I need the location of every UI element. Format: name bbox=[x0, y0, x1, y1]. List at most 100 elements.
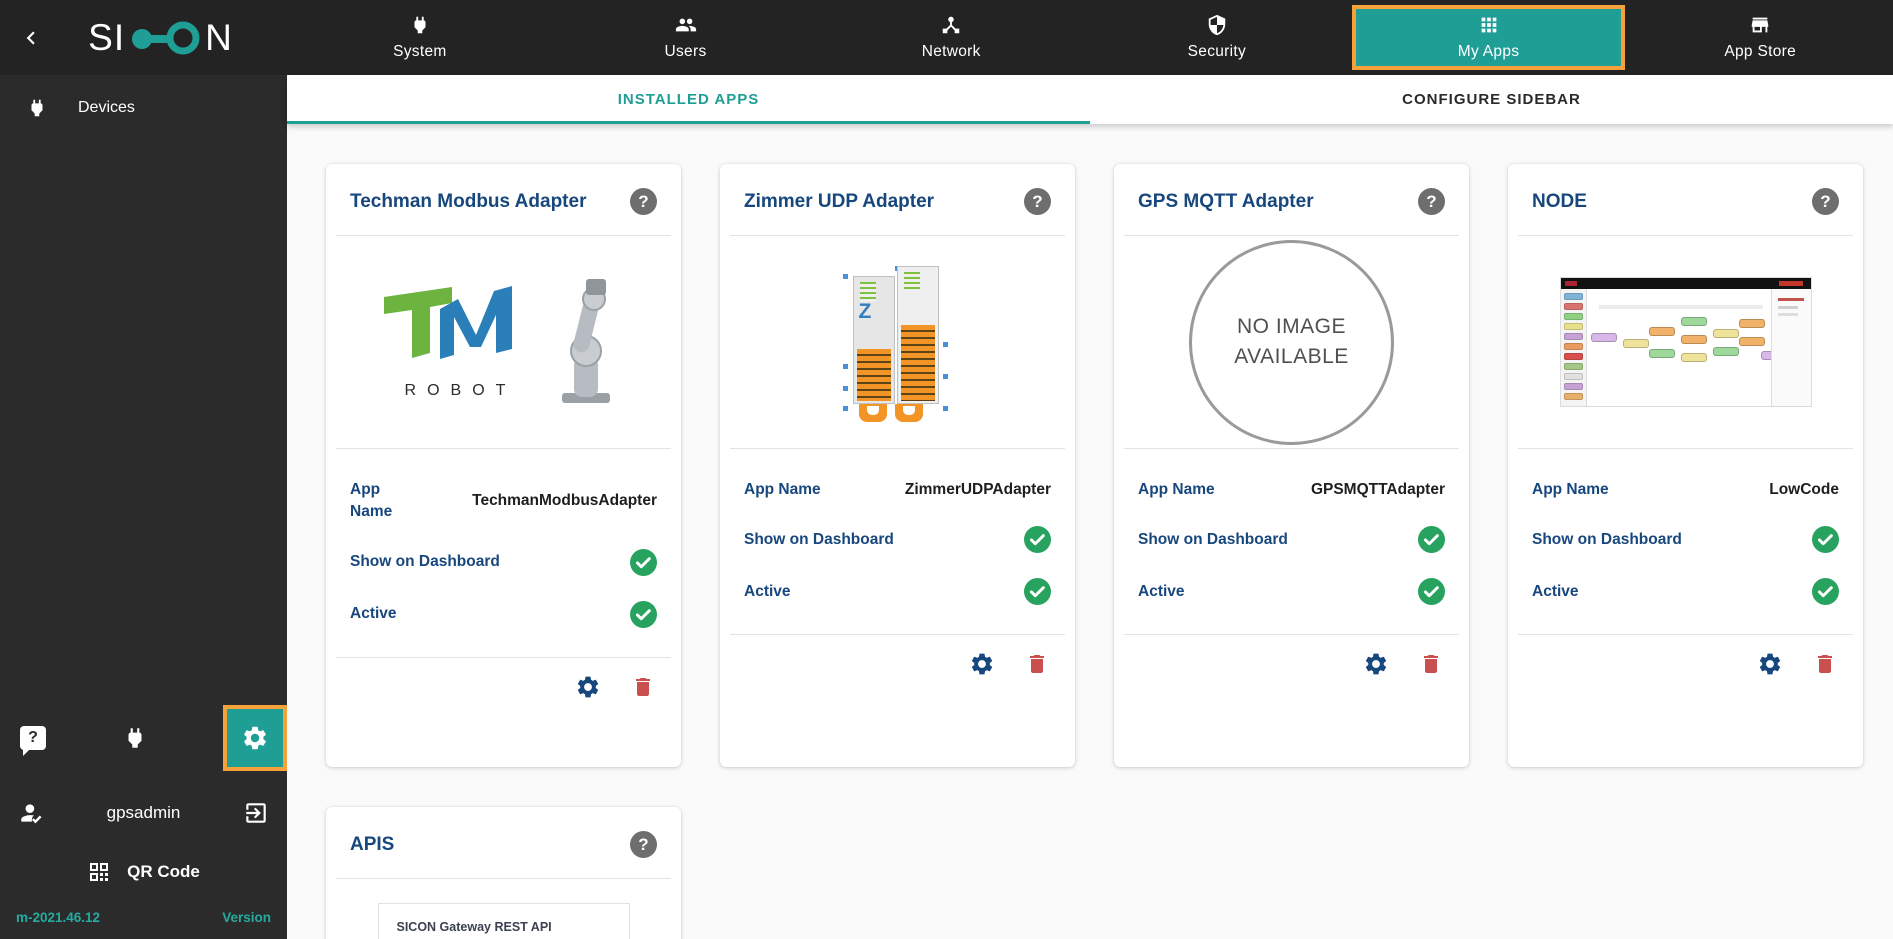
help-circle-icon[interactable]: ? bbox=[630, 188, 657, 215]
gear-icon bbox=[1363, 651, 1389, 677]
active-label: Active bbox=[1532, 582, 1579, 600]
tm-robot-image: ROBOT bbox=[382, 277, 626, 407]
check-circle-icon bbox=[1024, 578, 1051, 606]
app-name-row: App Name TechmanModbusAdapter bbox=[350, 479, 657, 524]
qr-code-icon bbox=[87, 860, 111, 884]
tab-configure-sidebar[interactable]: CONFIGURE SIDEBAR bbox=[1090, 75, 1893, 124]
usb-button[interactable] bbox=[122, 725, 148, 751]
show-on-dashboard-label: Show on Dashboard bbox=[744, 530, 894, 548]
app-name-label: App Name bbox=[1138, 481, 1215, 498]
help-circle-icon[interactable]: ? bbox=[1812, 188, 1839, 215]
show-on-dashboard-row: Show on Dashboard bbox=[1532, 526, 1839, 554]
tm-logo bbox=[383, 285, 512, 359]
card-fields: App Name LowCode Show on Dashboard Activ… bbox=[1508, 449, 1863, 634]
zimmer-z-logo: Z bbox=[858, 300, 872, 323]
username-label: gpsadmin bbox=[106, 803, 181, 822]
card-footer bbox=[720, 635, 1075, 679]
active-row: Active bbox=[744, 578, 1051, 606]
card-title: GPS MQTT Adapter bbox=[1138, 190, 1314, 212]
help-icon: ? bbox=[20, 726, 46, 756]
zimmer-module-image: Z bbox=[842, 262, 953, 422]
version-label: Version bbox=[222, 910, 271, 925]
card-title: Techman Modbus Adapter bbox=[350, 190, 587, 212]
check-circle-icon bbox=[1024, 526, 1051, 554]
show-on-dashboard-label: Show on Dashboard bbox=[1532, 530, 1682, 548]
card-fields: App Name TechmanModbusAdapter Show on Da… bbox=[326, 449, 681, 657]
app-name-value: ZimmerUDPAdapter bbox=[904, 481, 1051, 499]
sidebar: SI N Devices ? gpsadmin QR Code m-2021.4… bbox=[0, 0, 287, 939]
user-row: gpsadmin bbox=[0, 782, 287, 844]
card-settings-button[interactable] bbox=[969, 651, 995, 677]
trash-icon bbox=[1419, 651, 1443, 677]
show-on-dashboard-row: Show on Dashboard bbox=[1138, 526, 1445, 554]
card-settings-button[interactable] bbox=[1363, 651, 1389, 677]
nav-item-system[interactable]: System bbox=[287, 0, 553, 75]
settings-button[interactable] bbox=[223, 705, 287, 771]
version-row: m-2021.46.12 Version bbox=[0, 898, 287, 939]
node-red-screenshot bbox=[1559, 277, 1812, 407]
help-circle-icon[interactable]: ? bbox=[630, 831, 657, 858]
card-image: ROBOT bbox=[336, 236, 671, 448]
plug-icon bbox=[26, 97, 48, 119]
sidebar-header: SI N bbox=[0, 0, 287, 75]
sidebar-bottom: ? gpsadmin QR Code m-2021.46.12 Version bbox=[0, 694, 287, 939]
check-circle-icon bbox=[1418, 578, 1445, 606]
no-image-text: AVAILABLE bbox=[1234, 345, 1349, 368]
show-on-dashboard-row: Show on Dashboard bbox=[350, 548, 657, 576]
card-fields: App Name ZimmerUDPAdapter Show on Dashbo… bbox=[720, 449, 1075, 634]
sidebar-nav: Devices bbox=[0, 75, 287, 141]
active-row: Active bbox=[1532, 578, 1839, 606]
card-title: NODE bbox=[1532, 190, 1587, 212]
sidebar-item-label: Devices bbox=[78, 99, 135, 116]
api-doc-title: SICON Gateway REST API bbox=[396, 920, 552, 934]
nav-item-app-store[interactable]: App Store bbox=[1627, 0, 1893, 75]
card-settings-button[interactable] bbox=[1757, 651, 1783, 677]
back-button[interactable] bbox=[14, 21, 48, 55]
tab-installed-apps[interactable]: INSTALLED APPS bbox=[287, 75, 1090, 124]
active-label: Active bbox=[350, 605, 397, 623]
help-circle-icon[interactable]: ? bbox=[1418, 188, 1445, 215]
card-title: APIS bbox=[350, 833, 395, 855]
app-card: APIS ? SICON Gateway REST API bbox=[326, 807, 681, 939]
card-image: Z bbox=[730, 236, 1065, 448]
main-area: System Users Network Security My Apps Ap… bbox=[287, 0, 1893, 939]
help-button[interactable]: ? bbox=[20, 726, 46, 756]
nav-label: System bbox=[393, 43, 447, 60]
app-card: NODE ? App Name LowCode Show on Dashboar… bbox=[1508, 164, 1863, 767]
gear-icon bbox=[1757, 651, 1783, 677]
card-delete-button[interactable] bbox=[1813, 651, 1837, 677]
card-delete-button[interactable] bbox=[631, 674, 655, 700]
logo-text-right: N bbox=[205, 16, 233, 58]
gear-icon bbox=[241, 724, 269, 752]
tab-bar: INSTALLED APPS CONFIGURE SIDEBAR bbox=[287, 75, 1893, 124]
card-settings-button[interactable] bbox=[575, 674, 601, 700]
version-value: m-2021.46.12 bbox=[16, 910, 101, 925]
qr-code-button[interactable]: QR Code bbox=[0, 844, 287, 898]
app-name-row: App Name GPSMQTTAdapter bbox=[1138, 479, 1445, 501]
usb-plug-icon bbox=[122, 725, 148, 751]
sicon-logo: SI N bbox=[48, 17, 273, 59]
trash-icon bbox=[1025, 651, 1049, 677]
nav-item-security[interactable]: Security bbox=[1084, 0, 1350, 75]
app-name-label: App Name bbox=[1532, 481, 1609, 498]
sidebar-item-devices[interactable]: Devices bbox=[0, 75, 287, 141]
apps-grid-icon bbox=[1478, 14, 1500, 36]
no-image-text: NO IMAGE bbox=[1236, 315, 1346, 338]
card-footer bbox=[1114, 635, 1469, 679]
help-circle-icon[interactable]: ? bbox=[1024, 188, 1051, 215]
no-image-placeholder: NO IMAGE AVAILABLE bbox=[1189, 239, 1394, 445]
card-delete-button[interactable] bbox=[1025, 651, 1049, 677]
top-navigation: System Users Network Security My Apps Ap… bbox=[287, 0, 1893, 75]
nav-item-users[interactable]: Users bbox=[553, 0, 819, 75]
nav-item-network[interactable]: Network bbox=[818, 0, 1084, 75]
card-footer bbox=[1508, 635, 1863, 679]
card-delete-button[interactable] bbox=[1419, 651, 1443, 677]
logout-button[interactable] bbox=[243, 800, 269, 826]
nav-label: Security bbox=[1187, 43, 1247, 60]
app-card: Techman Modbus Adapter ? ROBOT App Name … bbox=[326, 164, 681, 767]
cards-row-2: APIS ? SICON Gateway REST API bbox=[326, 807, 1863, 939]
qr-code-label: QR Code bbox=[127, 862, 200, 881]
robot-arm-image bbox=[561, 279, 610, 403]
users-icon bbox=[675, 14, 697, 36]
nav-item-my-apps[interactable]: My Apps bbox=[1351, 5, 1626, 70]
